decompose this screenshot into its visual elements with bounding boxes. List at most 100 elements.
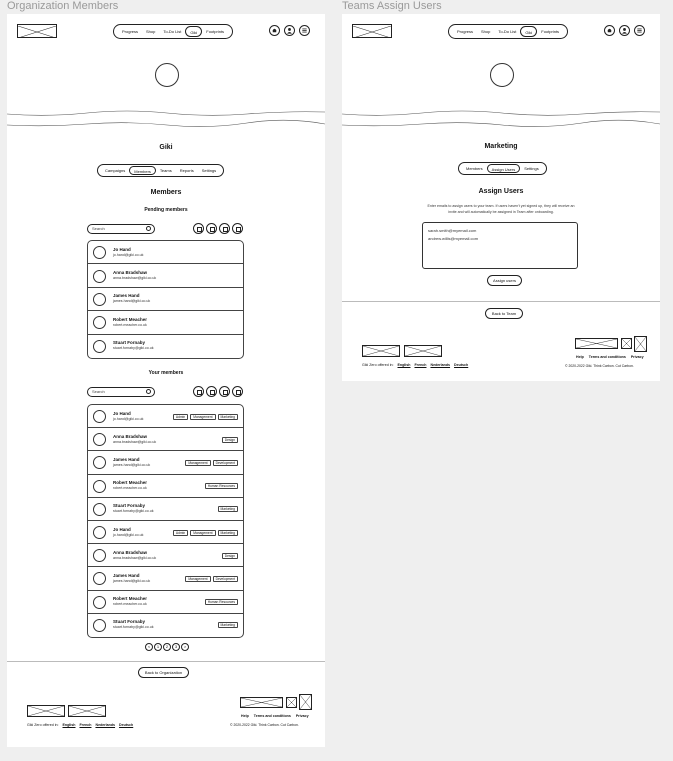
member-row[interactable]: Jo Hand jo.hand@giki.co.uk Admin Management… [88,405,243,429]
members-search-input[interactable]: Search [87,387,155,397]
main-nav: Progress Shop To-Do List Giki Footprints [113,24,234,39]
role-tag[interactable]: Human Resources [204,483,238,490]
pager-page-2[interactable]: 2 [163,643,171,651]
role-tag[interactable]: Human Resources [204,599,238,606]
notification-button[interactable] [604,25,615,36]
tab-settings[interactable]: Settings [198,166,220,175]
member-tags: Admin Management Marketing [172,413,238,420]
nav-item-shop[interactable]: Shop [142,26,159,37]
nav-item-progress[interactable]: Progress [453,26,477,37]
member-row[interactable]: Stuart Fornaby stuart.fornaby@giki.co.uk M… [88,614,243,637]
profile-button[interactable] [619,25,630,36]
delete-icon[interactable] [232,223,243,234]
pager-page-1[interactable]: 1 [154,643,162,651]
assign-users-heading: Assign Users [478,188,524,195]
help-link[interactable]: Help [576,355,584,359]
member-row[interactable]: Anna Bradshaw anna.bradshaw@giki.co.uk Des… [88,428,243,452]
logo-placeholder[interactable] [17,24,57,39]
member-tags: Human Resources [204,599,238,606]
role-tag[interactable]: Management [185,459,211,466]
privacy-link[interactable]: Privacy [631,355,644,359]
nav-item-todo[interactable]: To-Do List [159,26,185,37]
footer-badge-placeholder [286,697,297,708]
role-tag[interactable]: Marketing [217,506,238,513]
back-to-team-button[interactable]: Back to Team [485,308,523,319]
nav-item-giki[interactable]: Giki [185,26,203,37]
menu-button[interactable] [299,25,310,36]
language-deutsch[interactable]: Deutsch [119,723,133,727]
assign-users-button[interactable]: Assign users [487,275,522,286]
role-tag[interactable]: Management [190,529,216,536]
emails-textarea[interactable]: sarah.smith@myemail.com andrew.willis@my… [422,222,578,269]
nav-item-footprints[interactable]: Footprints [202,26,228,37]
footer-logo-placeholder [68,705,106,717]
member-row[interactable]: Anna Bradshaw anna.bradshaw@giki.co.uk [88,264,243,288]
pager-page-3[interactable]: 3 [172,643,180,651]
role-tag[interactable]: Marketing [217,529,238,536]
tab-members[interactable]: Members [129,166,156,175]
profile-button[interactable] [284,25,295,36]
role-tag[interactable]: Marketing [217,413,238,420]
tab-settings[interactable]: Settings [520,164,542,173]
terms-link[interactable]: Terms and conditions [589,355,626,359]
nav-item-footprints[interactable]: Footprints [537,26,563,37]
member-row[interactable]: James Hand james.hand@giki.co.uk Managemen… [88,567,243,591]
export-icon[interactable] [193,386,204,397]
member-row[interactable]: Stuart Fornaby stuart.fornaby@giki.co.uk [88,335,243,358]
role-tag[interactable]: Management [190,413,216,420]
tab-campaigns[interactable]: Campaigns [101,166,129,175]
notification-button[interactable] [269,25,280,36]
role-tag[interactable]: Development [212,575,238,582]
member-email: robert.meacher.co.uk [113,322,147,327]
language-nederlands[interactable]: Nederlands [95,723,115,727]
member-row[interactable]: Robert Meacher robert.meacher.co.uk [88,311,243,335]
language-english[interactable]: English [63,723,76,727]
tab-reports[interactable]: Reports [176,166,198,175]
role-tag[interactable]: Marketing [217,622,238,629]
import-icon[interactable] [206,386,217,397]
help-link[interactable]: Help [241,714,249,718]
import-icon[interactable] [206,223,217,234]
tab-assign-users[interactable]: Assign Users [486,164,521,173]
edit-icon[interactable] [219,386,230,397]
back-to-organization-button[interactable]: Back to Organization [138,667,189,678]
members-heading: Members [150,189,182,196]
language-english[interactable]: English [398,363,411,367]
edit-icon[interactable] [219,223,230,234]
member-row[interactable]: Anna Bradshaw anna.bradshaw@giki.co.uk Des… [88,544,243,568]
member-row[interactable]: Jo Hand jo.hand@giki.co.uk Admin Management… [88,521,243,545]
nav-item-progress[interactable]: Progress [118,26,142,37]
privacy-link[interactable]: Privacy [296,714,309,718]
nav-item-giki[interactable]: Giki [520,26,538,37]
role-tag[interactable]: Development [212,459,238,466]
delete-icon[interactable] [232,386,243,397]
member-email: jo.hand@giki.co.uk [113,532,144,537]
member-row[interactable]: James Hand james.hand@giki.co.uk [88,288,243,312]
terms-link[interactable]: Terms and conditions [254,714,291,718]
tab-members[interactable]: Members [462,164,487,173]
role-tag[interactable]: Admin [172,529,189,536]
member-row[interactable]: James Hand james.hand@giki.co.uk Managemen… [88,451,243,475]
role-tag[interactable]: Design [221,552,238,559]
member-row[interactable]: Jo Hand jo.hand@giki.co.uk [88,241,243,265]
member-row[interactable]: Robert Meacher robert.meacher.co.uk Human … [88,475,243,498]
language-nederlands[interactable]: Nederlands [430,363,450,367]
export-icon[interactable] [193,223,204,234]
logo-placeholder[interactable] [352,24,392,39]
pager-prev[interactable]: < [145,643,153,651]
role-tag[interactable]: Management [185,575,211,582]
nav-item-todo[interactable]: To-Do List [494,26,520,37]
member-row[interactable]: Stuart Fornaby stuart.fornaby@giki.co.uk M… [88,498,243,521]
user-icon [287,28,292,34]
pending-search-input[interactable]: Search [87,224,155,234]
nav-item-shop[interactable]: Shop [477,26,494,37]
member-row[interactable]: Robert Meacher robert.meacher.co.uk Human … [88,591,243,614]
role-tag[interactable]: Admin [172,413,189,420]
menu-button[interactable] [634,25,645,36]
language-deutsch[interactable]: Deutsch [454,363,468,367]
language-french[interactable]: French [79,723,91,727]
language-french[interactable]: French [414,363,426,367]
role-tag[interactable]: Design [221,436,238,443]
tab-teams[interactable]: Teams [156,166,176,175]
pager-next[interactable]: > [181,643,189,651]
